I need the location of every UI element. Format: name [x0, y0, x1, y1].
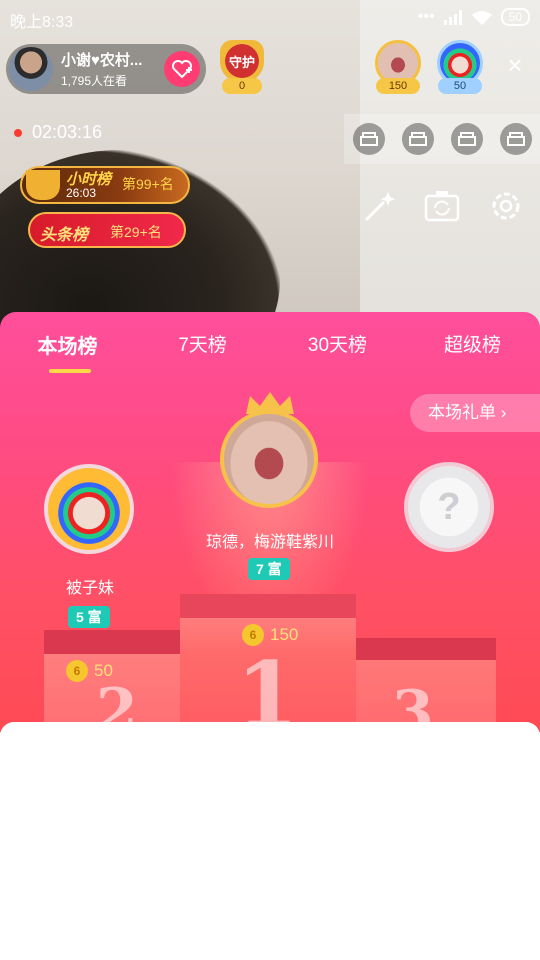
wifi-icon	[471, 11, 492, 25]
tab-current-session[interactable]: 本场榜	[13, 330, 123, 373]
rank-3-empty-avatar[interactable]: ?	[404, 462, 494, 552]
top-fan-2[interactable]: 50	[434, 40, 486, 96]
magic-wand-icon[interactable]	[358, 186, 398, 226]
live-timer-text: 02:03:16	[32, 122, 103, 142]
guard-shield-icon: 守护	[220, 40, 264, 82]
tab-7-days[interactable]: 7天榜	[148, 330, 258, 359]
recording-dot-icon	[14, 128, 22, 137]
battery-icon: 50	[500, 8, 530, 26]
gift-list-label: 本场礼单	[428, 403, 496, 422]
top-fan-2-value: 50	[438, 78, 482, 94]
podium-first-top	[180, 594, 356, 618]
heart-plus-icon	[172, 60, 192, 79]
leaderboard-list-sheet	[0, 722, 540, 960]
guard-badge[interactable]: 守护 0	[216, 40, 268, 96]
seat-sofa-icon[interactable]	[499, 123, 532, 155]
signal-icon	[443, 10, 462, 25]
hour-rank-countdown: 26:03	[66, 186, 97, 200]
podium-number-1: 1	[236, 642, 299, 732]
viewer-count: 1,795人在看	[61, 74, 128, 88]
rank-1-avatar[interactable]	[220, 410, 318, 508]
podium-second-top	[44, 630, 180, 654]
rank-2-coins: 6 50	[66, 660, 113, 682]
seat-sofa-icon[interactable]	[401, 123, 434, 155]
coin-icon: 6	[242, 624, 264, 646]
headline-rank-position: 第29+名	[110, 224, 162, 240]
guest-seats	[344, 114, 540, 164]
leaderboard-panel: 本场榜 7天榜 30天榜 超级榜 本场礼单 › 琼德，梅游鞋紫川 7 富 被子妹…	[0, 312, 540, 732]
camera-switch-icon[interactable]	[422, 186, 462, 226]
live-timer: 02:03:16	[14, 122, 102, 143]
rank-1-coin-value: 150	[270, 625, 299, 644]
tab-super[interactable]: 超级榜	[418, 330, 528, 359]
headline-rank-title: 头条榜	[40, 227, 89, 244]
tab-30-days[interactable]: 30天榜	[283, 330, 393, 359]
gift-list-button[interactable]: 本场礼单 ›	[410, 394, 540, 432]
host-info-card[interactable]: 小谢♥农村... 1,795人在看	[6, 44, 206, 94]
host-avatar[interactable]	[9, 47, 53, 91]
rank-2-name: 被子妹	[65, 580, 114, 597]
more-dots-icon: •••	[417, 8, 435, 25]
coin-icon: 6	[66, 660, 88, 682]
status-icons: ••• 50	[418, 8, 530, 26]
follow-button[interactable]	[164, 51, 200, 87]
rank-1-level-badge: 7 富	[248, 558, 290, 580]
podium-third-top	[356, 638, 496, 660]
hour-rank-badge[interactable]: 小时榜 26:03 第99+名	[20, 166, 190, 204]
status-bar: 晚上8:33 ••• 50	[0, 0, 540, 36]
close-icon[interactable]: ×	[502, 52, 528, 78]
hour-rank-position: 第99+名	[122, 176, 174, 192]
host-name: 小谢♥农村...	[61, 52, 143, 69]
seat-sofa-icon[interactable]	[352, 123, 385, 155]
rank-2-level-badge: 5 富	[68, 606, 110, 628]
clock: 晚上8:33	[10, 14, 74, 31]
stream-tools	[358, 186, 526, 226]
trophy-icon	[26, 170, 60, 200]
rank-2-coin-value: 50	[94, 661, 113, 680]
settings-gear-icon[interactable]	[486, 186, 526, 226]
rank-1-name: 琼德，梅游鞋紫川	[205, 534, 334, 551]
headline-rank-badge[interactable]: 头条榜 第29+名	[28, 212, 186, 248]
chevron-right-icon: ›	[500, 403, 507, 422]
top-fan-1[interactable]: 150	[372, 40, 424, 96]
guard-count: 0	[222, 78, 262, 94]
rank-1-coins: 6 150	[242, 624, 298, 646]
leaderboard-tabs: 本场榜 7天榜 30天榜 超级榜	[0, 330, 540, 373]
seat-sofa-icon[interactable]	[450, 123, 483, 155]
top-fan-1-value: 150	[376, 78, 420, 94]
rank-2-avatar[interactable]	[44, 464, 134, 554]
